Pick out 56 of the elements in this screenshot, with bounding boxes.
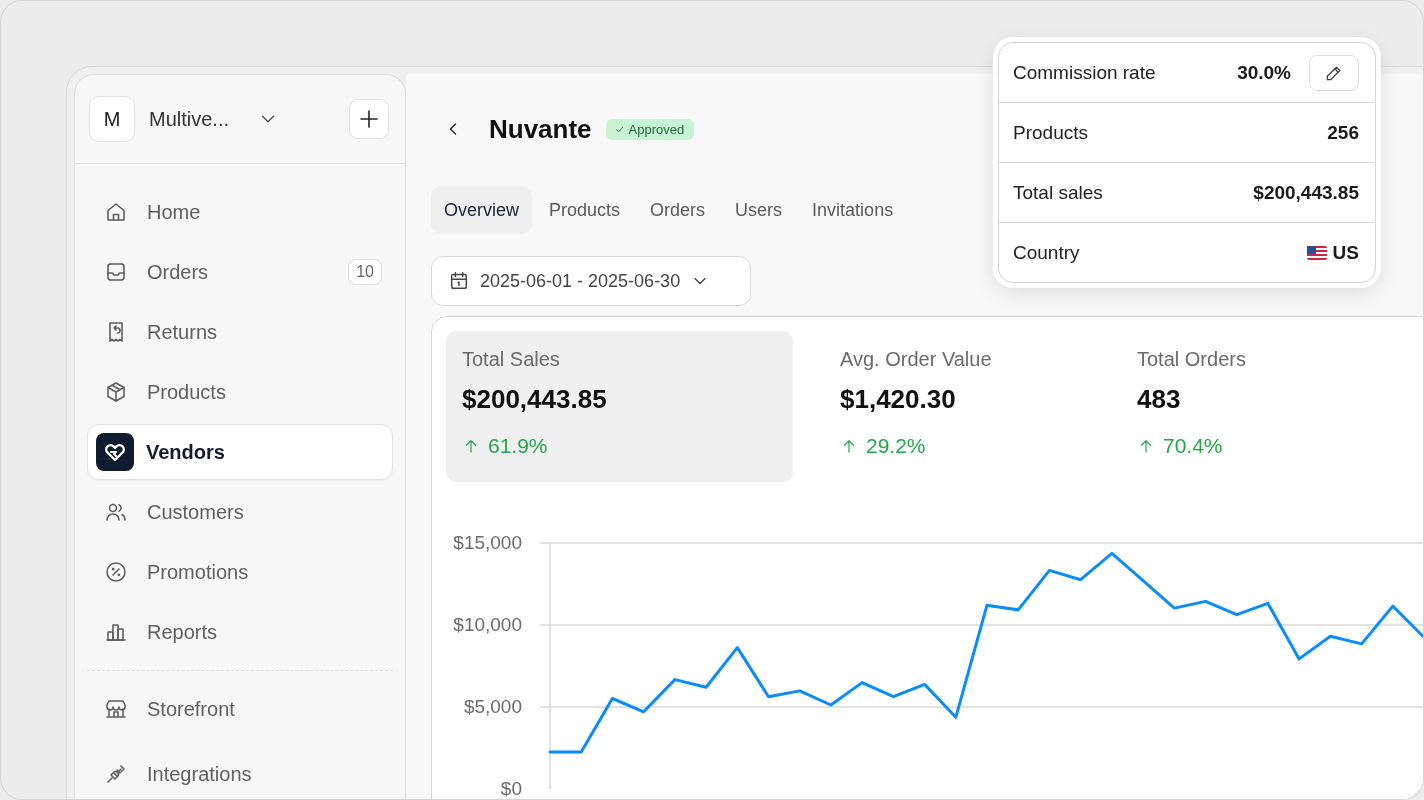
nav-item[interactable]: Home [87, 184, 393, 240]
workspace-name[interactable]: Multive... [149, 107, 230, 131]
stat-change: 29.2% [866, 434, 926, 458]
storefront-icon [104, 697, 128, 721]
nav-item[interactable]: Reports [87, 604, 393, 660]
stat-card[interactable]: Total Sales $200,443.85 61.9% [446, 331, 793, 482]
tab[interactable]: Orders [637, 186, 719, 234]
inbox-icon [104, 260, 128, 284]
date-range-picker[interactable]: 2025-06-01 - 2025-06-30 [431, 256, 751, 306]
detail-value: 256 [1327, 121, 1359, 144]
nav-item[interactable]: Storefront [87, 681, 393, 737]
stat-card[interactable]: Total Orders 483 70.4% [1121, 331, 1423, 482]
tab[interactable]: Overview [431, 186, 532, 234]
stat-change: 70.4% [1163, 434, 1223, 458]
detail-label: Total sales [1013, 181, 1103, 204]
count-badge: 10 [348, 259, 382, 285]
detail-value: 30.0% [1237, 61, 1291, 84]
workspace-avatar[interactable]: M [89, 96, 135, 142]
nav-item[interactable]: Customers [87, 484, 393, 540]
nav-item[interactable]: Orders 10 [87, 244, 393, 300]
plus-icon [357, 107, 381, 131]
tab[interactable]: Users [722, 186, 796, 234]
stat-card[interactable]: Avg. Order Value $1,420.30 29.2% [824, 331, 1090, 482]
flag-icon [1306, 245, 1327, 260]
edit-button[interactable] [1309, 54, 1359, 91]
detail-value: $200,443.85 [1253, 181, 1359, 204]
nav-item[interactable]: Vendors [87, 424, 393, 480]
vendor-name: Nuvante [489, 113, 592, 145]
nav-item[interactable]: Promotions [87, 544, 393, 600]
stat-label: Avg. Order Value [840, 348, 993, 371]
detail-value: US [1332, 241, 1359, 264]
status-badge: Approved [605, 118, 695, 140]
axis-label: $0 [500, 778, 522, 799]
axis-label: $5,000 [463, 696, 522, 717]
stat-change: 61.9% [488, 434, 548, 458]
nav-item[interactable]: Products [87, 364, 393, 420]
plug-icon [104, 762, 128, 786]
stat-value: 483 [1137, 384, 1182, 415]
detail-label: Country [1013, 241, 1080, 264]
calendar-icon [448, 270, 470, 292]
nav-item[interactable]: Returns [87, 304, 393, 360]
tab[interactable]: Products [536, 186, 634, 234]
tab[interactable]: Invitations [799, 186, 907, 234]
house-icon [104, 200, 128, 224]
box-icon [104, 380, 128, 404]
stat-value: $1,420.30 [840, 384, 957, 415]
stat-label: Total Orders [1137, 348, 1247, 371]
stat-label: Total Sales [462, 348, 561, 371]
percent-icon [104, 560, 128, 584]
detail-label: Commission rate [1013, 61, 1156, 84]
axis-label: $15,000 [453, 532, 522, 553]
add-button[interactable] [349, 99, 389, 139]
axis-label: $10,000 [453, 614, 522, 635]
detail-label: Products [1013, 121, 1088, 144]
nav-item[interactable]: Integrations [87, 746, 393, 799]
stat-value: $200,443.85 [462, 384, 608, 415]
